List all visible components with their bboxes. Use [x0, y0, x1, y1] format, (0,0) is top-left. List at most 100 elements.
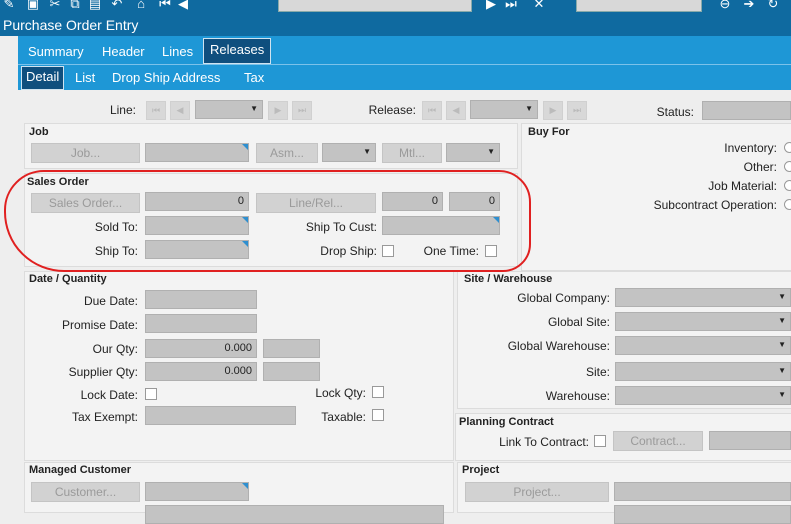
- project-title: Project: [462, 464, 500, 476]
- job-material-radio[interactable]: [784, 180, 791, 191]
- line-label: Line:: [109, 103, 136, 117]
- back-icon[interactable]: ⊖: [718, 0, 732, 11]
- global-company-select[interactable]: ▼: [615, 288, 791, 307]
- customer-button[interactable]: Customer...: [31, 482, 140, 502]
- chevron-down-icon: ▼: [778, 316, 786, 325]
- last-record-icon[interactable]: ⏭: [504, 0, 518, 11]
- prev-record-icon[interactable]: ◀: [176, 0, 190, 11]
- promise-date-field[interactable]: [145, 314, 257, 333]
- subcontract-operation-label: Subcontract Operation:: [653, 198, 777, 212]
- contract-field[interactable]: [709, 431, 791, 450]
- line-next-button[interactable]: ▶: [268, 101, 288, 120]
- forward-icon[interactable]: ➔: [742, 0, 756, 11]
- status-label: Status:: [656, 105, 694, 119]
- date-quantity-title: Date / Quantity: [29, 273, 107, 285]
- supplier-qty-label: Supplier Qty:: [68, 365, 138, 379]
- lock-qty-label: Lock Qty:: [315, 386, 366, 400]
- customer-name-field[interactable]: [145, 505, 444, 524]
- tab-detail[interactable]: Detail: [21, 66, 65, 90]
- home-icon[interactable]: ⌂: [134, 0, 148, 11]
- copy-icon[interactable]: ⧉: [68, 0, 82, 11]
- sub-tabs: Detail List Drop Ship Address Tax: [18, 64, 791, 90]
- subcontract-operation-radio[interactable]: [784, 199, 791, 210]
- tool-search-box[interactable]: [576, 0, 702, 12]
- site-select[interactable]: ▼: [615, 362, 791, 381]
- tab-tax[interactable]: Tax: [244, 68, 264, 88]
- our-qty-uom-field[interactable]: [263, 339, 320, 358]
- global-site-select[interactable]: ▼: [615, 312, 791, 331]
- release-label: Release:: [368, 103, 416, 117]
- mtl-select[interactable]: ▼: [446, 143, 500, 162]
- next-record-icon[interactable]: ▶: [484, 0, 498, 11]
- job-title: Job: [29, 126, 49, 138]
- line-last-button[interactable]: ⏭: [292, 101, 312, 120]
- site-warehouse-title: Site / Warehouse: [464, 273, 553, 285]
- other-radio[interactable]: [784, 161, 791, 172]
- our-qty-field[interactable]: 0.000: [145, 339, 257, 358]
- due-date-field[interactable]: [145, 290, 257, 309]
- site-label: Site:: [585, 365, 610, 379]
- other-label: Other:: [743, 160, 777, 174]
- undo-icon[interactable]: ↶: [110, 0, 124, 11]
- toolbar: ✎ ▣ ✂ ⧉ ▤ ↶ ⌂ ⏮ ◀ ▶ ⏭ ✕ ⊖ ➔ ↻: [0, 0, 791, 14]
- global-warehouse-select[interactable]: ▼: [615, 336, 791, 355]
- project-field[interactable]: [614, 482, 791, 501]
- paste-icon[interactable]: ▤: [88, 0, 102, 11]
- supplier-qty-field[interactable]: 0.000: [145, 362, 257, 381]
- chevron-down-icon: ▼: [778, 292, 786, 301]
- cut-icon[interactable]: ✂: [48, 0, 62, 11]
- asm-select[interactable]: ▼: [322, 143, 376, 162]
- inventory-radio[interactable]: [784, 142, 791, 153]
- customer-field[interactable]: [145, 482, 249, 501]
- tab-releases[interactable]: Releases: [203, 38, 272, 64]
- release-first-button[interactable]: ⏮: [422, 101, 442, 120]
- mtl-button[interactable]: Mtl...: [382, 143, 442, 163]
- line-prev-button[interactable]: ◀: [170, 101, 190, 120]
- chevron-down-icon: ▼: [250, 104, 258, 113]
- asm-button[interactable]: Asm...: [256, 143, 318, 163]
- warehouse-select[interactable]: ▼: [615, 386, 791, 405]
- chevron-down-icon: ▼: [525, 104, 533, 113]
- release-prev-button[interactable]: ◀: [446, 101, 466, 120]
- contract-button[interactable]: Contract...: [613, 431, 703, 451]
- tax-exempt-field[interactable]: [145, 406, 296, 425]
- chevron-down-icon: ▼: [778, 340, 786, 349]
- delete-icon[interactable]: ✕: [532, 0, 546, 11]
- job-field[interactable]: [145, 143, 249, 162]
- global-warehouse-label: Global Warehouse:: [507, 339, 610, 353]
- tax-exempt-label: Tax Exempt:: [71, 410, 138, 424]
- chevron-down-icon: ▼: [778, 366, 786, 375]
- release-next-button[interactable]: ▶: [543, 101, 563, 120]
- line-first-button[interactable]: ⏮: [146, 101, 166, 120]
- global-site-label: Global Site:: [547, 315, 610, 329]
- tab-summary[interactable]: Summary: [28, 41, 84, 63]
- tab-drop-ship-address[interactable]: Drop Ship Address: [112, 68, 220, 88]
- tab-lines[interactable]: Lines: [162, 41, 193, 63]
- lock-date-checkbox[interactable]: [145, 388, 157, 400]
- edit-icon[interactable]: ✎: [2, 0, 16, 11]
- due-date-label: Due Date:: [83, 294, 138, 308]
- lock-qty-checkbox[interactable]: [372, 386, 384, 398]
- record-search-box[interactable]: [278, 0, 472, 12]
- project-name-field[interactable]: [614, 505, 791, 524]
- refresh-icon[interactable]: ↻: [766, 0, 780, 11]
- release-select[interactable]: ▼: [470, 100, 538, 119]
- line-select[interactable]: ▼: [195, 100, 263, 119]
- first-record-icon[interactable]: ⏮: [158, 0, 172, 11]
- tab-header[interactable]: Header: [102, 41, 145, 63]
- release-last-button[interactable]: ⏭: [567, 101, 587, 120]
- chevron-down-icon: ▼: [487, 147, 495, 156]
- promise-date-label: Promise Date:: [61, 318, 138, 332]
- our-qty-label: Our Qty:: [92, 342, 138, 356]
- print-icon[interactable]: ▣: [26, 0, 40, 11]
- taxable-checkbox[interactable]: [372, 409, 384, 421]
- chevron-down-icon: ▼: [363, 147, 371, 156]
- link-to-contract-checkbox[interactable]: [594, 435, 606, 447]
- job-material-label: Job Material:: [708, 179, 777, 193]
- status-field[interactable]: [702, 101, 791, 120]
- job-button[interactable]: Job...: [31, 143, 140, 163]
- project-button[interactable]: Project...: [465, 482, 609, 502]
- tab-list[interactable]: List: [75, 68, 95, 88]
- taxable-label: Taxable:: [321, 410, 366, 424]
- supplier-qty-uom-field[interactable]: [263, 362, 320, 381]
